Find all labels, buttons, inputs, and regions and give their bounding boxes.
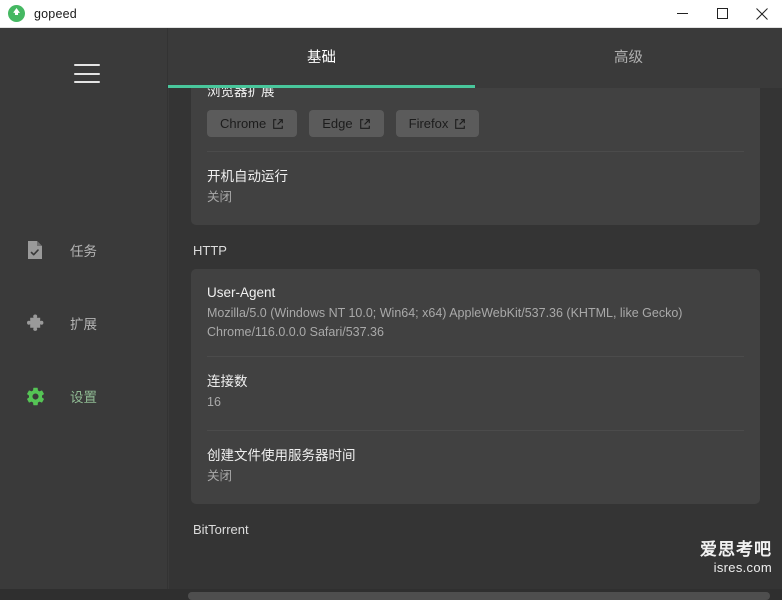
settings-content: 浏览器扩展 Chrome Edge Firefox 开机自动运行 关闭 HTTP…: [169, 88, 782, 548]
chrome-button-label: Chrome: [220, 116, 267, 131]
tab-basic[interactable]: 基础: [168, 28, 475, 88]
window-titlebar: gopeed: [0, 0, 782, 28]
sidebar-item-label: 任务: [70, 244, 97, 259]
settings-tabs: 基础 高级: [168, 28, 782, 88]
task-document-icon: [22, 240, 48, 260]
settings-scroll-area[interactable]: 浏览器扩展 Chrome Edge Firefox 开机自动运行 关闭 HTTP…: [169, 88, 782, 589]
horizontal-scrollbar-thumb[interactable]: [188, 592, 770, 600]
firefox-button-label: Firefox: [408, 116, 449, 131]
maximize-icon: [716, 8, 728, 19]
sidebar-item-label: 设置: [70, 390, 97, 405]
server-time-row[interactable]: 创建文件使用服务器时间 关闭: [191, 430, 760, 504]
autostart-value: 关闭: [207, 190, 233, 204]
sidebar-item-label: 扩展: [70, 317, 97, 332]
user-agent-value: Mozilla/5.0 (Windows NT 10.0; Win64; x64…: [207, 306, 683, 339]
sidebar-item-settings[interactable]: 设置: [0, 376, 168, 416]
sidebar: 任务 扩展 设置: [0, 28, 168, 589]
tab-advanced[interactable]: 高级: [475, 28, 782, 88]
connections-row[interactable]: 连接数 16: [191, 356, 760, 430]
tab-label: 高级: [614, 49, 643, 66]
http-section-header: HTTP: [193, 243, 227, 258]
gear-icon: [22, 386, 48, 407]
maximize-button[interactable]: [702, 0, 742, 28]
hamburger-menu-icon[interactable]: [74, 64, 100, 83]
connections-title: 连接数: [207, 374, 248, 389]
general-settings-card: 浏览器扩展 Chrome Edge Firefox 开机自动运行 关闭: [191, 88, 760, 225]
external-link-icon: [359, 118, 370, 129]
sidebar-item-extensions[interactable]: 扩展: [0, 303, 168, 343]
topbar: 基础 高级: [74, 28, 782, 88]
server-time-value: 关闭: [207, 469, 233, 483]
autostart-title: 开机自动运行: [207, 169, 288, 184]
window-controls: [662, 0, 782, 28]
bittorrent-section-header: BitTorrent: [193, 522, 249, 537]
user-agent-row[interactable]: User-Agent Mozilla/5.0 (Windows NT 10.0;…: [191, 269, 760, 356]
browser-extension-title: 浏览器扩展: [207, 88, 275, 99]
chrome-extension-button[interactable]: Chrome: [207, 110, 298, 137]
server-time-title: 创建文件使用服务器时间: [207, 448, 356, 463]
browser-extension-buttons: Chrome Edge Firefox: [207, 110, 744, 137]
connections-value: 16: [207, 395, 221, 409]
minimize-button[interactable]: [662, 0, 702, 28]
edge-button-label: Edge: [322, 116, 353, 131]
tab-label: 基础: [307, 49, 336, 66]
sidebar-item-tasks[interactable]: 任务: [0, 230, 168, 270]
external-link-icon: [273, 118, 284, 129]
user-agent-title: User-Agent: [207, 285, 276, 300]
minimize-icon: [676, 13, 688, 14]
close-icon: [756, 7, 768, 20]
edge-extension-button[interactable]: Edge: [309, 110, 384, 137]
external-link-icon: [455, 118, 466, 129]
gopeed-logo-icon: [8, 5, 25, 22]
http-settings-card: User-Agent Mozilla/5.0 (Windows NT 10.0;…: [191, 269, 760, 504]
horizontal-scrollbar[interactable]: [188, 592, 770, 600]
firefox-extension-button[interactable]: Firefox: [395, 110, 480, 137]
browser-extension-row: 浏览器扩展 Chrome Edge Firefox: [191, 88, 760, 151]
app-body: 任务 扩展 设置 基础 高级 浏览器扩展 Chrome Edge Firefox…: [0, 28, 782, 600]
puzzle-piece-icon: [22, 313, 48, 334]
autostart-row[interactable]: 开机自动运行 关闭: [191, 151, 760, 225]
window-title: gopeed: [34, 6, 77, 21]
close-button[interactable]: [742, 0, 782, 28]
